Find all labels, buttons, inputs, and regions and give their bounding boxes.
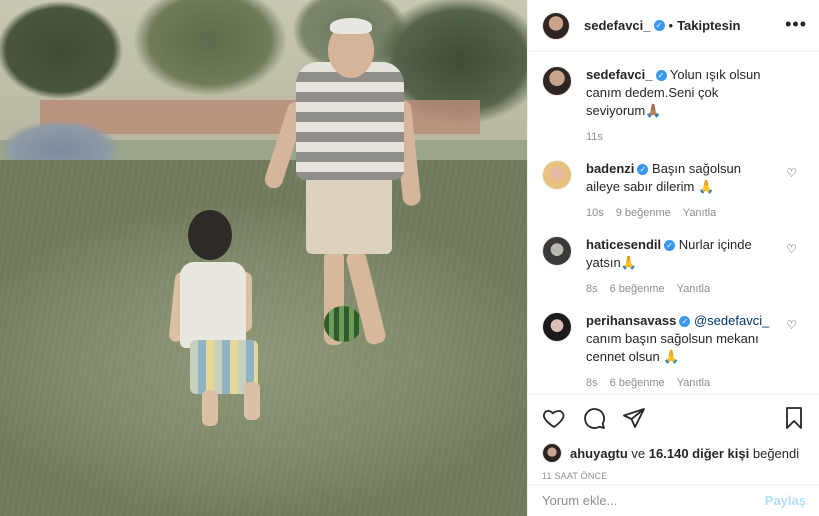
comment-avatar[interactable]: [542, 312, 572, 342]
likes-others-link[interactable]: 16.140 diğer kişi: [649, 446, 749, 461]
child-head: [188, 210, 232, 260]
verified-icon: ✓: [679, 316, 691, 328]
comment-text: canım başın sağolsun mekanı cennet olsun…: [586, 331, 759, 364]
comment-likes[interactable]: 9 beğenme: [616, 204, 671, 222]
follow-status-button[interactable]: Takiptesin: [677, 18, 740, 33]
instagram-post-modal: sedefavci_ ✓ • Takiptesin ••• sedefavci_…: [0, 0, 819, 516]
comment-time[interactable]: 8s: [586, 374, 598, 392]
comment-avatar[interactable]: [542, 236, 572, 266]
heart-icon[interactable]: [542, 406, 566, 430]
comment-icon[interactable]: [582, 406, 606, 430]
comment-item: haticesendil ✓ Nurlar içinde yatsın🙏 8s 6…: [542, 236, 805, 298]
liker-avatar[interactable]: [542, 443, 562, 463]
comment-mention[interactable]: @sedefavci_: [694, 313, 769, 328]
comments-list: sedefavci_ ✓ Yolun ışık olsun canım dedem…: [528, 52, 819, 392]
post-timestamp[interactable]: 11 SAAT ÖNCE: [542, 471, 806, 481]
reply-button[interactable]: Yanıtla: [677, 374, 710, 392]
reply-button[interactable]: Yanıtla: [677, 280, 710, 298]
likes-connector: ve: [631, 445, 646, 461]
comment-heart-icon[interactable]: ♡: [786, 318, 797, 332]
comment-composer: Paylaş: [528, 484, 819, 516]
comment-avatar[interactable]: [542, 160, 572, 190]
likes-summary: ahuyagtu ve 16.140 diğer kişi beğendi: [542, 443, 806, 463]
child-leg-right: [244, 382, 260, 420]
reply-button[interactable]: Yanıtla: [683, 204, 716, 222]
verified-icon: ✓: [664, 240, 676, 252]
author-avatar[interactable]: [542, 11, 570, 40]
caption-avatar[interactable]: [542, 66, 572, 96]
man-shorts: [306, 172, 392, 254]
action-icons: [542, 405, 806, 431]
more-icon[interactable]: •••: [785, 14, 807, 34]
post-photo[interactable]: [0, 0, 527, 516]
comment-likes[interactable]: 6 beğenme: [610, 280, 665, 298]
comment-username[interactable]: badenzi: [586, 161, 634, 176]
post-sidebar: sedefavci_ ✓ • Takiptesin ••• sedefavci_…: [527, 0, 819, 516]
caption-time[interactable]: 11s: [586, 128, 603, 146]
man-hair: [330, 18, 372, 34]
comment-time[interactable]: 10s: [586, 204, 604, 222]
comment-item: badenzi ✓ Başın sağolsun aileye sabır dil…: [542, 160, 805, 222]
comment-username[interactable]: haticesendil: [586, 237, 661, 252]
comment-heart-icon[interactable]: ♡: [786, 242, 797, 256]
comment-likes[interactable]: 6 beğenme: [610, 374, 665, 392]
photo-grass: [0, 160, 527, 516]
post-header: sedefavci_ ✓ • Takiptesin •••: [528, 0, 819, 52]
comment-heart-icon[interactable]: ♡: [786, 166, 797, 180]
child-leg-left: [202, 390, 218, 426]
verified-icon: ✓: [653, 20, 665, 31]
caption: sedefavci_ ✓ Yolun ışık olsun canım dedem…: [542, 66, 805, 146]
author-username[interactable]: sedefavci_: [584, 18, 651, 33]
comment-input[interactable]: [542, 493, 742, 508]
man-shirt: [296, 62, 404, 180]
comment-time[interactable]: 8s: [586, 280, 598, 298]
separator-dot: •: [668, 18, 674, 33]
share-icon[interactable]: [622, 406, 646, 430]
post-comment-button[interactable]: Paylaş: [765, 493, 806, 508]
bookmark-icon[interactable]: [782, 406, 806, 430]
verified-icon: ✓: [637, 164, 649, 176]
post-actions: ahuyagtu ve 16.140 diğer kişi beğendi 11…: [528, 394, 819, 481]
comment-item: perihansavass ✓ @sedefavci_ canım başın s…: [542, 312, 805, 392]
caption-username[interactable]: sedefavci_: [586, 67, 653, 82]
watermelon-ball: [324, 306, 362, 342]
verified-icon: ✓: [655, 70, 667, 82]
likes-suffix: beğendi: [752, 445, 800, 461]
comment-username[interactable]: perihansavass: [586, 313, 676, 328]
child-shirt: [180, 262, 246, 348]
liker-username[interactable]: ahuyagtu: [570, 446, 628, 461]
header-text: sedefavci_ ✓ • Takiptesin: [584, 18, 740, 33]
